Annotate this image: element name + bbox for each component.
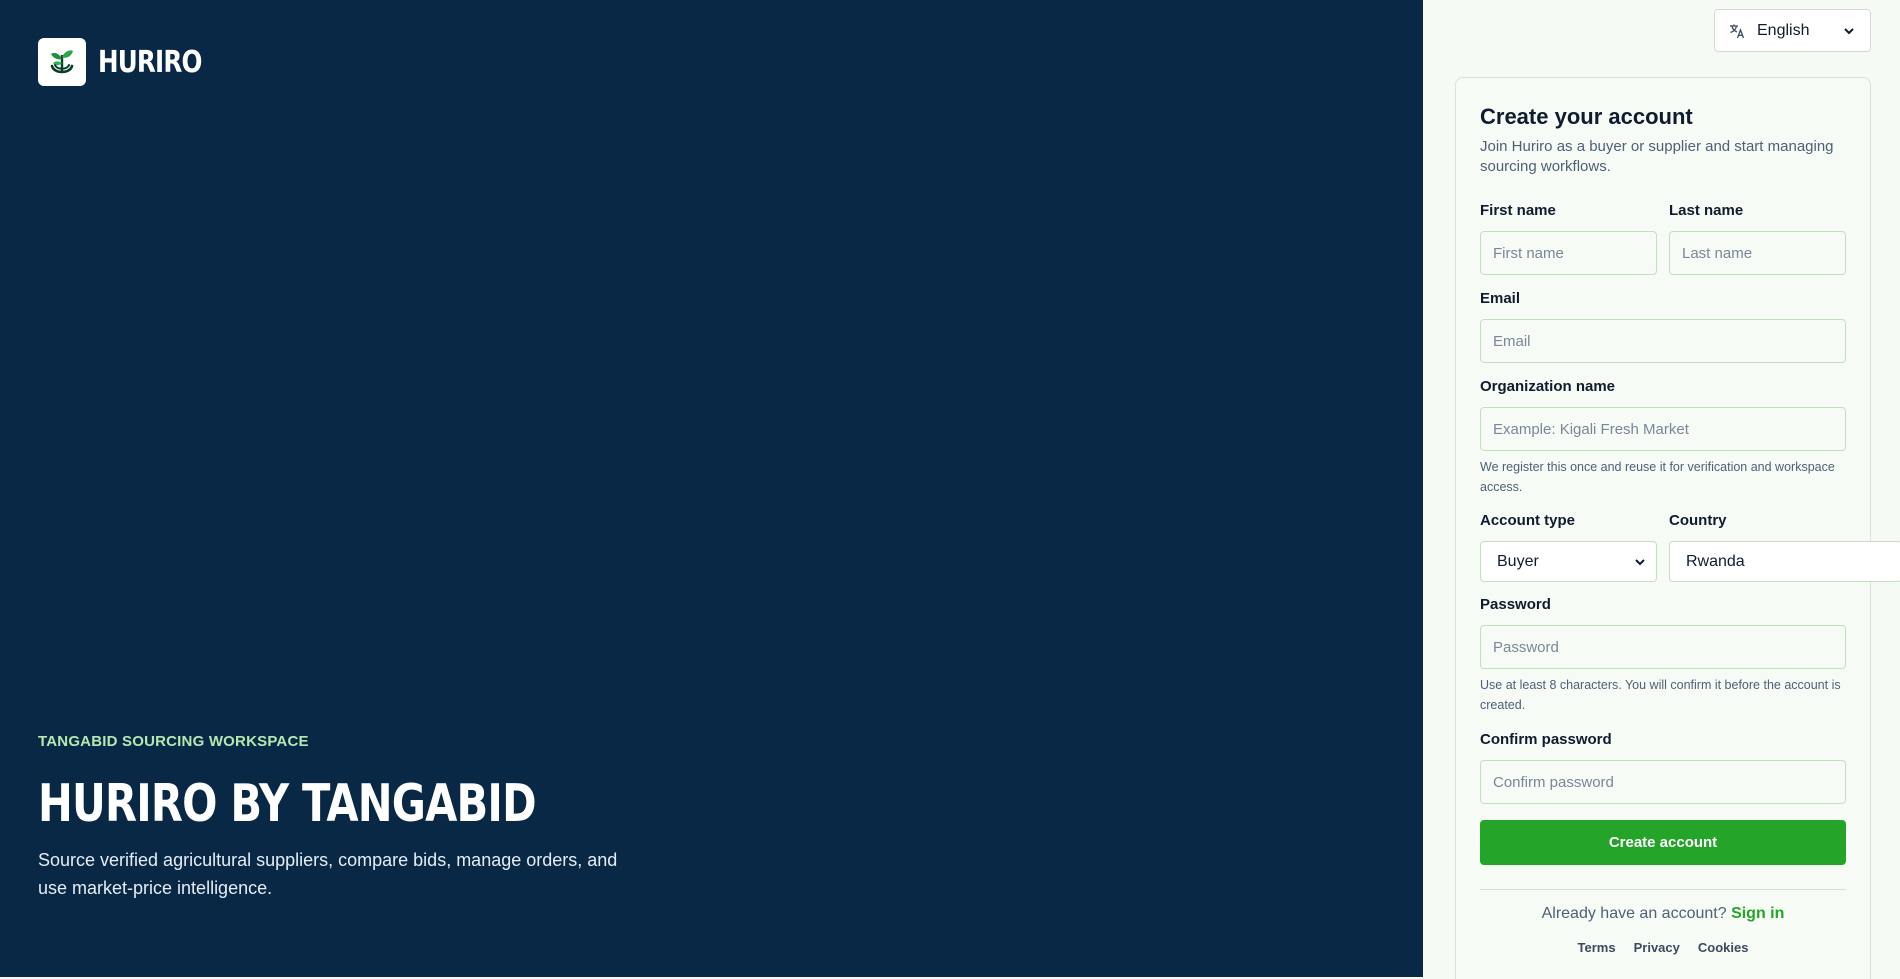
- signin-prompt: Already have an account?: [1541, 905, 1727, 922]
- chevron-down-icon: [1844, 27, 1854, 34]
- chevron-down-icon: [1635, 558, 1645, 565]
- organization-help: We register this once and reuse it for v…: [1480, 460, 1835, 494]
- last-name-label: Last name: [1669, 202, 1744, 219]
- country-label: Country: [1669, 512, 1727, 529]
- confirm-password-input[interactable]: [1480, 760, 1846, 804]
- country-value: Rwanda: [1686, 552, 1745, 570]
- country-select[interactable]: Rwanda: [1669, 541, 1900, 582]
- password-label: Password: [1480, 596, 1551, 613]
- hero-eyebrow: TANGABID SOURCING WORKSPACE: [38, 733, 309, 750]
- confirm-password-label: Confirm password: [1480, 731, 1612, 748]
- hero-title: HURIRO BY TANGABID: [38, 774, 537, 834]
- account-type-select[interactable]: Buyer: [1480, 541, 1657, 582]
- first-name-input[interactable]: [1480, 231, 1657, 275]
- account-type-value: Buyer: [1497, 552, 1539, 570]
- brand-panel: HURIRO TANGABID SOURCING WORKSPACE HURIR…: [0, 0, 1423, 977]
- sprout-leaf-icon: [50, 50, 74, 74]
- language-select[interactable]: English: [1714, 9, 1871, 52]
- first-name-label: First name: [1480, 202, 1556, 219]
- footer-links: Terms Privacy Cookies: [1480, 940, 1846, 955]
- cookies-link[interactable]: Cookies: [1698, 940, 1749, 955]
- privacy-link[interactable]: Privacy: [1634, 940, 1680, 955]
- signup-card: Create your account Join Huriro as a buy…: [1455, 77, 1900, 979]
- form-subtitle: Join Huriro as a buyer or supplier and s…: [1480, 138, 1834, 175]
- form-title: Create your account: [1480, 104, 1693, 129]
- signin-link[interactable]: Sign in: [1731, 905, 1784, 922]
- organization-input[interactable]: [1480, 407, 1846, 451]
- translate-icon: [1730, 24, 1745, 38]
- divider: [1480, 889, 1846, 890]
- account-type-label: Account type: [1480, 512, 1576, 529]
- language-label: English: [1757, 21, 1810, 39]
- password-help: Use at least 8 characters. You will conf…: [1480, 678, 1841, 712]
- email-input[interactable]: [1480, 319, 1846, 363]
- terms-link[interactable]: Terms: [1578, 940, 1616, 955]
- password-input[interactable]: [1480, 625, 1846, 669]
- brand: HURIRO: [38, 38, 224, 86]
- email-label: Email: [1480, 290, 1521, 307]
- hero: TANGABID SOURCING WORKSPACE HURIRO BY TA…: [38, 733, 658, 902]
- logo: [38, 38, 86, 86]
- organization-label: Organization name: [1480, 378, 1616, 395]
- hero-description: Source verified agricultural suppliers, …: [38, 850, 618, 898]
- brand-name: HURIRO: [98, 44, 202, 80]
- create-account-button[interactable]: Create account: [1480, 820, 1846, 865]
- signin-prompt-line: Already have an account? Sign in: [1480, 905, 1846, 923]
- last-name-input[interactable]: [1669, 231, 1846, 275]
